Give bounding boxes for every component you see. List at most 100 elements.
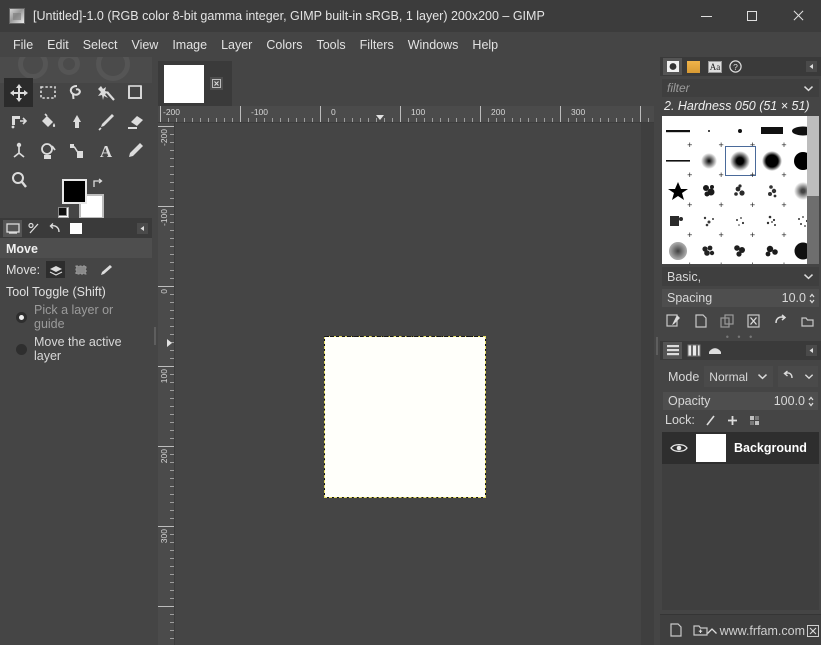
- menu-windows[interactable]: Windows: [401, 35, 466, 55]
- vertical-ruler[interactable]: -200 -100 0 100 200 300: [158, 123, 175, 645]
- help-tab[interactable]: ?: [726, 58, 745, 75]
- move-tool[interactable]: [4, 78, 33, 107]
- new-layer-button[interactable]: [668, 623, 683, 637]
- spinner-icon[interactable]: [807, 395, 815, 408]
- brush-cell[interactable]: [693, 206, 724, 240]
- brush-tag-selector[interactable]: Basic,: [662, 267, 819, 286]
- bucket-fill-tool[interactable]: [33, 107, 62, 136]
- move-selection-button[interactable]: [71, 261, 90, 278]
- brush-cell[interactable]: [725, 116, 756, 150]
- brush-cell[interactable]: [693, 176, 724, 210]
- zoom-tool[interactable]: [4, 165, 33, 194]
- canvas-vertical-scrollbar[interactable]: [641, 123, 654, 645]
- brush-cell[interactable]: [662, 236, 693, 264]
- move-path-button[interactable]: [96, 261, 115, 278]
- edit-brush-button[interactable]: [666, 314, 681, 328]
- menu-image[interactable]: Image: [165, 35, 214, 55]
- free-select-tool[interactable]: [62, 78, 91, 107]
- layer-opacity-slider[interactable]: Opacity 100.0: [663, 392, 818, 410]
- default-colors-icon[interactable]: [58, 207, 69, 218]
- brush-cell[interactable]: [756, 176, 787, 210]
- brush-spacing-slider[interactable]: Spacing 10.0: [662, 289, 819, 307]
- menu-colors[interactable]: Colors: [259, 35, 309, 55]
- delete-brush-button[interactable]: [746, 314, 761, 328]
- horizontal-ruler[interactable]: -200 -100 0 100 200 300: [158, 106, 654, 123]
- chevron-up-icon[interactable]: [706, 627, 718, 636]
- spinner-icon[interactable]: [808, 292, 816, 305]
- new-brush-button[interactable]: [693, 314, 708, 328]
- brush-cell[interactable]: [662, 176, 693, 210]
- paths-tool[interactable]: [62, 136, 91, 165]
- foreground-color-swatch[interactable]: [62, 179, 87, 204]
- open-brush-as-image-button[interactable]: [800, 314, 815, 328]
- menu-filters[interactable]: Filters: [353, 35, 401, 55]
- chevron-down-icon[interactable]: [803, 85, 814, 92]
- brush-cell[interactable]: [725, 206, 756, 240]
- dock-separator[interactable]: • • •: [660, 332, 821, 342]
- tab-menu-icon[interactable]: [806, 61, 817, 72]
- blend-space-selector[interactable]: [778, 366, 818, 387]
- brush-filter-input[interactable]: filter: [667, 81, 690, 95]
- image-canvas[interactable]: [324, 336, 486, 498]
- gradient-tool[interactable]: [62, 107, 91, 136]
- brush-cell[interactable]: [693, 116, 724, 150]
- refresh-brushes-button[interactable]: [773, 314, 788, 328]
- eraser-tool[interactable]: [120, 107, 149, 136]
- brush-cell[interactable]: [662, 206, 693, 240]
- menu-edit[interactable]: Edit: [40, 35, 76, 55]
- brush-filter-row[interactable]: filter: [662, 79, 819, 97]
- menu-view[interactable]: View: [124, 35, 165, 55]
- channels-tab[interactable]: [684, 342, 703, 359]
- crop-tool[interactable]: [120, 78, 149, 107]
- swap-colors-icon[interactable]: [91, 177, 105, 191]
- menu-select[interactable]: Select: [76, 35, 125, 55]
- transform-tool[interactable]: [4, 107, 33, 136]
- images-tab[interactable]: [66, 220, 85, 237]
- layer-mode-selector[interactable]: Normal: [704, 366, 773, 387]
- patterns-tab[interactable]: [684, 58, 703, 75]
- layer-row-background[interactable]: Background: [662, 432, 819, 464]
- layer-list[interactable]: Background: [662, 432, 819, 610]
- color-picker-tool[interactable]: [120, 136, 149, 165]
- brush-cell[interactable]: [662, 146, 693, 180]
- smudge-tool[interactable]: [4, 136, 33, 165]
- brush-cell[interactable]: [725, 176, 756, 210]
- move-layer-button[interactable]: [46, 261, 66, 278]
- brush-cell[interactable]: [662, 116, 693, 150]
- menu-layer[interactable]: Layer: [214, 35, 259, 55]
- brush-cell[interactable]: [693, 146, 724, 180]
- tool-options-tab[interactable]: [3, 220, 22, 237]
- layers-tab[interactable]: [663, 342, 682, 359]
- layer-name[interactable]: Background: [726, 441, 807, 455]
- duplicate-brush-button[interactable]: [719, 314, 735, 328]
- clone-tool[interactable]: [33, 136, 62, 165]
- lock-position-button[interactable]: [726, 414, 739, 427]
- brush-cell[interactable]: [756, 236, 787, 264]
- close-small-icon[interactable]: [210, 77, 223, 90]
- rect-select-tool[interactable]: [33, 78, 62, 107]
- option-pick-layer-or-guide[interactable]: Pick a layer or guide: [0, 301, 152, 333]
- menu-tools[interactable]: Tools: [309, 35, 352, 55]
- brush-cell[interactable]: [725, 236, 756, 264]
- brush-cell[interactable]: [756, 206, 787, 240]
- lock-alpha-button[interactable]: [748, 414, 761, 427]
- layer-visibility-toggle[interactable]: [662, 442, 696, 454]
- brush-grid[interactable]: [662, 116, 819, 264]
- brush-cell-selected[interactable]: [724, 146, 757, 180]
- brush-cell[interactable]: [756, 116, 787, 150]
- maximize-button[interactable]: [729, 0, 775, 32]
- device-status-tab[interactable]: [24, 220, 43, 237]
- lock-pixels-button[interactable]: [704, 414, 717, 427]
- close-small-icon[interactable]: [807, 625, 819, 637]
- menu-file[interactable]: File: [6, 35, 40, 55]
- scrollbar-thumb[interactable]: [807, 116, 819, 196]
- undo-history-tab[interactable]: [45, 220, 64, 237]
- paths-tab[interactable]: [705, 342, 724, 359]
- tab-menu-icon[interactable]: [137, 223, 148, 234]
- brush-cell[interactable]: [756, 146, 787, 180]
- brush-grid-scrollbar[interactable]: [807, 116, 819, 264]
- brush-cell[interactable]: [693, 236, 724, 264]
- fonts-tab[interactable]: Aa: [705, 58, 724, 75]
- minimize-button[interactable]: [683, 0, 729, 32]
- option-move-active-layer[interactable]: Move the active layer: [0, 333, 152, 365]
